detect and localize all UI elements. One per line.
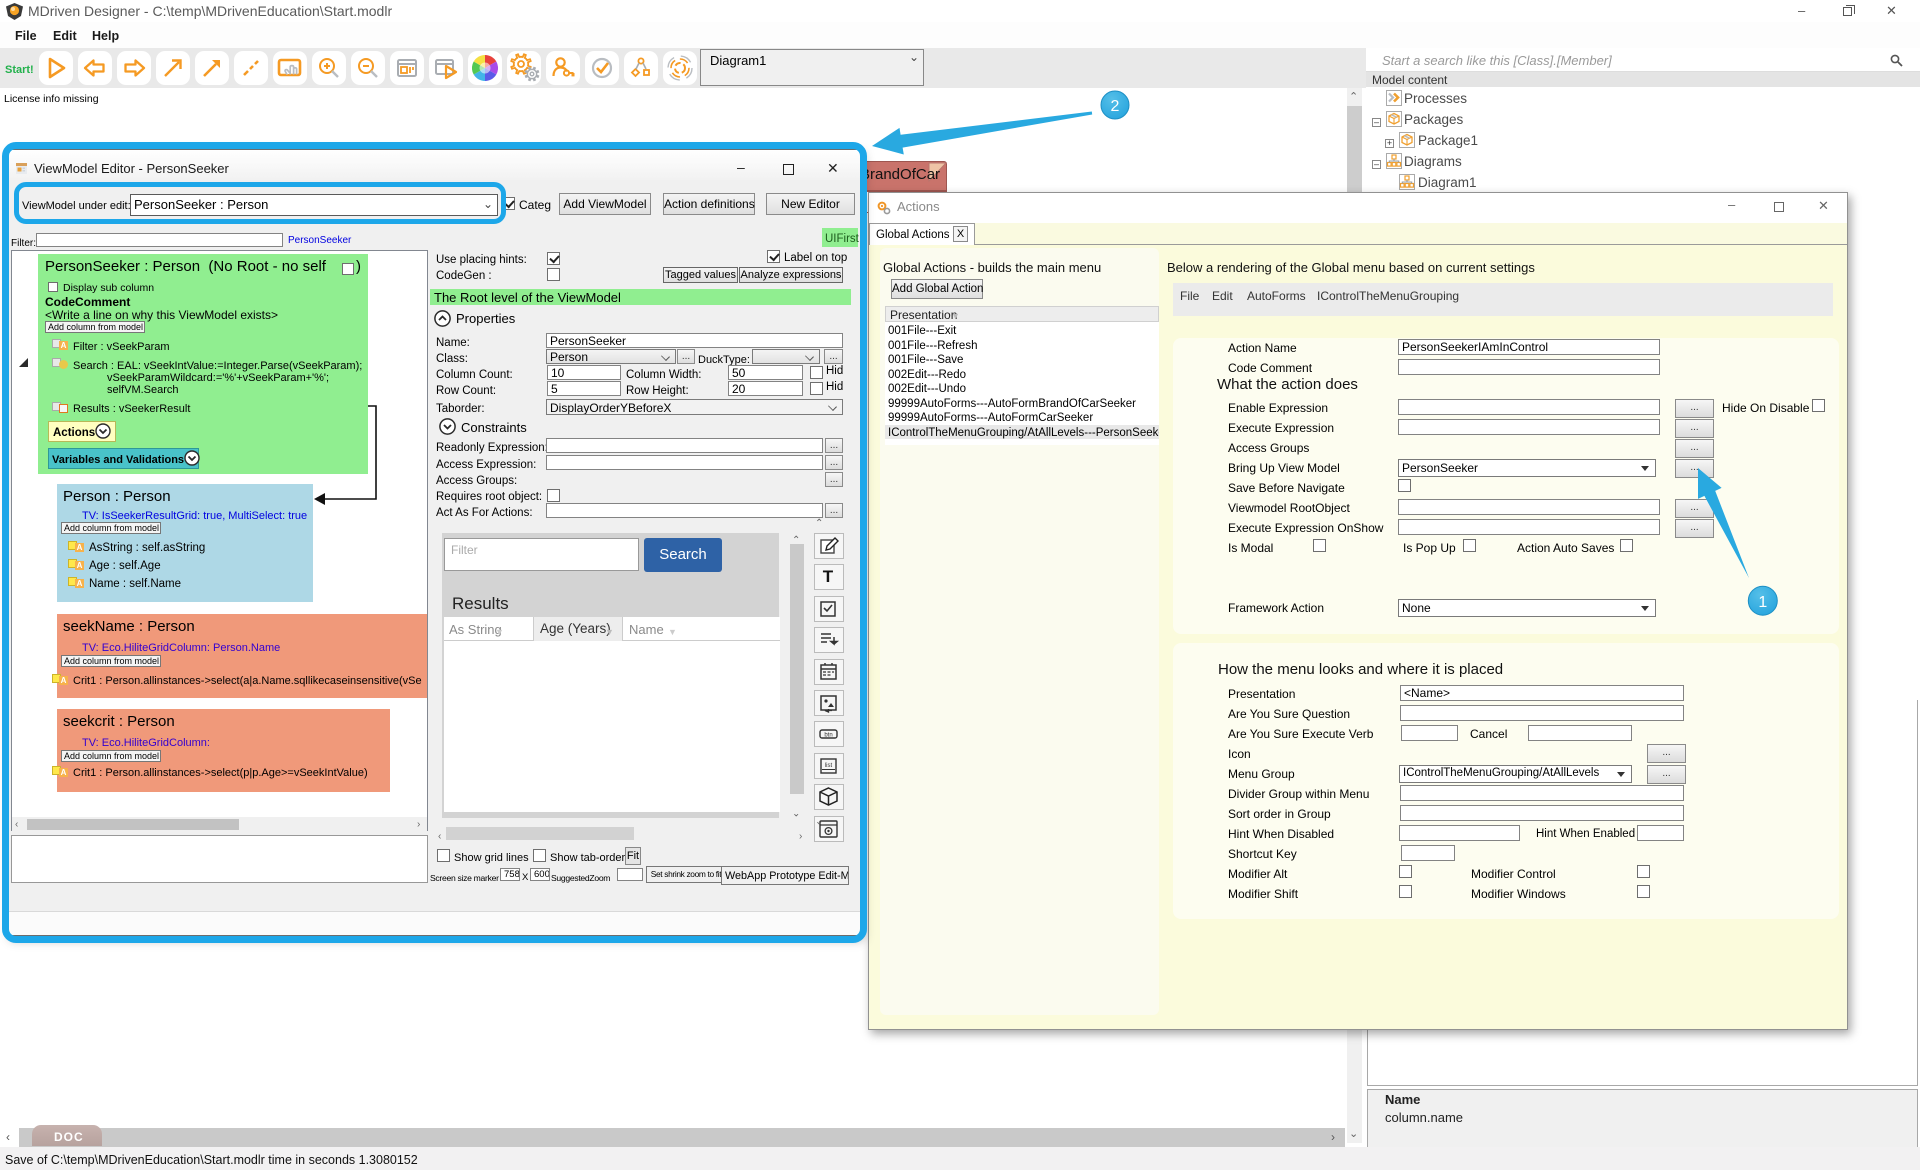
- svg-text:2: 2: [1111, 98, 1120, 115]
